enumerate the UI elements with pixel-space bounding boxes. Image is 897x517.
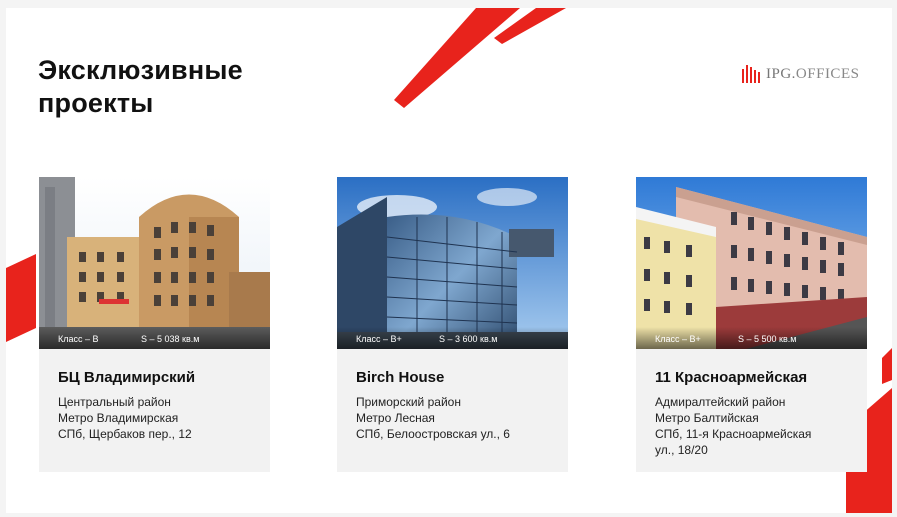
- class-label: Класс – B: [58, 334, 99, 344]
- project-name: БЦ Владимирский: [58, 369, 196, 386]
- card-meta: Класс – B S – 5 038 кв.м: [39, 327, 270, 349]
- title-line-2: проекты: [38, 88, 154, 118]
- address-text: СПб, Щербаков пер., 12: [58, 427, 192, 441]
- page-title: Эксклюзивные проекты: [38, 54, 243, 120]
- project-card[interactable]: Класс – B S – 5 038 кв.м БЦ Владимирский…: [39, 177, 270, 472]
- area-label: S – 5 038 кв.м: [141, 334, 200, 344]
- district-text: Приморский район: [356, 395, 461, 409]
- project-card[interactable]: Класс – B+ S – 5 500 кв.м 11 Красноармей…: [636, 177, 867, 472]
- address-text-2: ул., 18/20: [655, 443, 708, 457]
- district-text: Центральный район: [58, 395, 171, 409]
- project-name: 11 Красноармейская: [655, 369, 808, 386]
- project-info: Приморский район Метро Лесная СПб, Белоо…: [356, 394, 510, 442]
- class-label: Класс – B+: [655, 334, 701, 344]
- area-label: S – 3 600 кв.м: [439, 334, 498, 344]
- area-label: S – 5 500 кв.м: [738, 334, 797, 344]
- metro-text: Метро Владимирская: [58, 411, 179, 425]
- metro-text: Метро Лесная: [356, 411, 435, 425]
- address-text: СПб, Белоостровская ул., 6: [356, 427, 510, 441]
- district-text: Адмиралтейский район: [655, 395, 786, 409]
- slide: Эксклюзивные проекты IPG.OFFICES Класс –…: [6, 8, 892, 513]
- project-card[interactable]: Класс – B+ S – 3 600 кв.м Birch House Пр…: [337, 177, 568, 472]
- project-info: Центральный район Метро Владимирская СПб…: [58, 394, 192, 442]
- title-line-1: Эксклюзивные: [38, 55, 243, 85]
- building-photo: Класс – B+ S – 5 500 кв.м: [636, 177, 867, 349]
- address-text: СПб, 11-я Красноармейская: [655, 427, 812, 441]
- card-meta: Класс – B+ S – 5 500 кв.м: [636, 327, 867, 349]
- class-label: Класс – B+: [356, 334, 402, 344]
- card-meta: Класс – B+ S – 3 600 кв.м: [337, 327, 568, 349]
- ipg-offices-logo: IPG.OFFICES: [742, 64, 859, 84]
- metro-text: Метро Балтийская: [655, 411, 759, 425]
- project-name: Birch House: [356, 369, 445, 386]
- building-photo: Класс – B S – 5 038 кв.м: [39, 177, 270, 349]
- bars-logo-icon: [742, 65, 760, 83]
- project-info: Адмиралтейский район Метро Балтийская СП…: [655, 394, 811, 458]
- building-photo: Класс – B+ S – 3 600 кв.м: [337, 177, 568, 349]
- logo-text: IPG.OFFICES: [766, 65, 860, 82]
